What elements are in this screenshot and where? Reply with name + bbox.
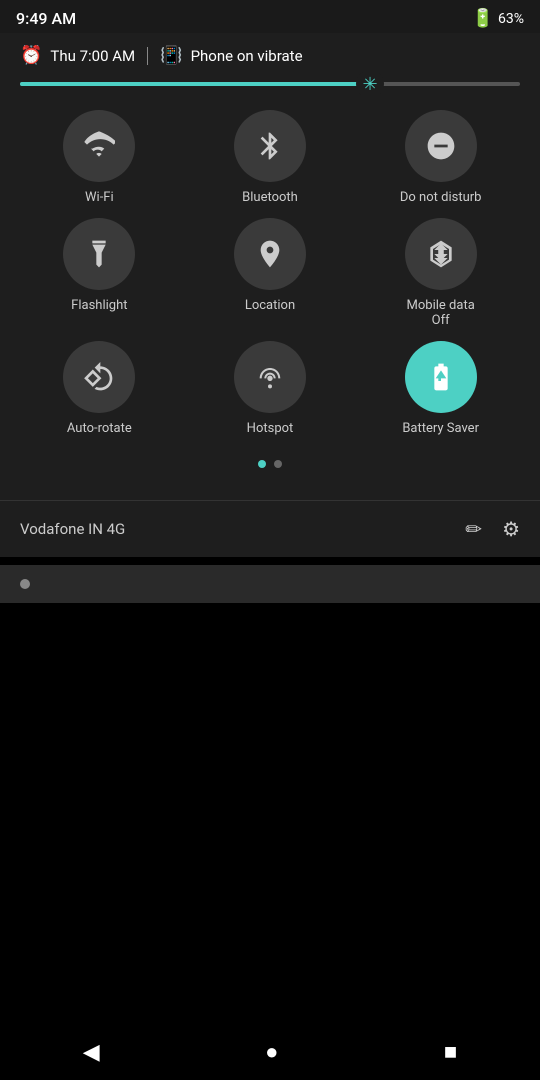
batterysaver-label: Battery Saver [402, 421, 479, 437]
bluetooth-label: Bluetooth [242, 190, 298, 206]
tile-location[interactable]: Location [191, 218, 350, 329]
mobiledata-icon [425, 238, 457, 270]
tile-autorotate[interactable]: Auto-rotate [20, 341, 179, 437]
settings-icon[interactable]: ⚙ [502, 517, 520, 541]
bluetooth-icon [254, 130, 286, 162]
flashlight-icon [83, 238, 115, 270]
battery-percent: 63% [498, 11, 524, 27]
tile-wifi[interactable]: Wi-Fi [20, 110, 179, 206]
brightness-row[interactable]: ✳ [20, 76, 520, 102]
wifi-label: Wi-Fi [85, 190, 114, 206]
status-time: 9:49 AM [16, 9, 76, 28]
vibrate-text: Phone on vibrate [191, 47, 303, 65]
status-bar: 9:49 AM 🔋 63% [0, 0, 540, 33]
flashlight-circle [63, 218, 135, 290]
brightness-track: ✳ [20, 82, 520, 86]
mobiledata-label: Mobile dataOff [407, 298, 475, 329]
hotspot-icon [254, 361, 286, 393]
brightness-slider[interactable]: ✳ [20, 82, 520, 86]
mobiledata-circle [405, 218, 477, 290]
divider [147, 47, 148, 65]
dot-2[interactable] [274, 460, 282, 468]
tile-flashlight[interactable]: Flashlight [20, 218, 179, 329]
footer-icons: ✏ ⚙ [465, 517, 520, 541]
carrier-text: Vodafone IN 4G [20, 520, 125, 538]
dnd-icon [425, 130, 457, 162]
hotspot-label: Hotspot [247, 421, 294, 437]
footer: Vodafone IN 4G ✏ ⚙ [0, 500, 540, 557]
dnd-label: Do not disturb [400, 190, 482, 206]
recents-button[interactable]: ■ [444, 1039, 457, 1065]
home-button[interactable]: ● [265, 1039, 278, 1065]
hotspot-circle [234, 341, 306, 413]
brightness-sun-icon: ✳ [362, 74, 377, 95]
autorotate-icon [83, 361, 115, 393]
battery-icon: 🔋 [472, 8, 494, 29]
autorotate-circle [63, 341, 135, 413]
batterysaver-circle [405, 341, 477, 413]
vibrate-icon: 📳 [160, 45, 182, 66]
edit-icon[interactable]: ✏ [465, 517, 482, 541]
flashlight-label: Flashlight [71, 298, 127, 314]
quick-settings-panel: ⏰ Thu 7:00 AM 📳 Phone on vibrate ✳ Wi-Fi [0, 33, 540, 500]
location-label: Location [245, 298, 295, 314]
dnd-circle [405, 110, 477, 182]
batterysaver-icon [425, 361, 457, 393]
info-row: ⏰ Thu 7:00 AM 📳 Phone on vibrate [20, 33, 520, 76]
tile-bluetooth[interactable]: Bluetooth [191, 110, 350, 206]
notif-dot [20, 579, 30, 589]
back-button[interactable]: ◀ [83, 1040, 100, 1065]
autorotate-label: Auto-rotate [67, 421, 132, 437]
notification-area [0, 565, 540, 603]
page-dots [20, 452, 520, 484]
nav-bar: ◀ ● ■ [0, 1024, 540, 1080]
location-icon [254, 238, 286, 270]
tiles-grid: Wi-Fi Bluetooth Do not disturb [20, 102, 520, 452]
brightness-fill [20, 82, 370, 86]
bluetooth-circle [234, 110, 306, 182]
brightness-thumb: ✳ [356, 70, 384, 98]
alarm-icon: ⏰ [20, 45, 42, 66]
status-right: 🔋 63% [472, 8, 524, 29]
wifi-icon [83, 130, 115, 162]
tile-mobiledata[interactable]: Mobile dataOff [361, 218, 520, 329]
tile-batterysaver[interactable]: Battery Saver [361, 341, 520, 437]
dot-1[interactable] [258, 460, 266, 468]
wifi-circle [63, 110, 135, 182]
tile-hotspot[interactable]: Hotspot [191, 341, 350, 437]
location-circle [234, 218, 306, 290]
alarm-text: Thu 7:00 AM [50, 47, 135, 65]
tile-dnd[interactable]: Do not disturb [361, 110, 520, 206]
